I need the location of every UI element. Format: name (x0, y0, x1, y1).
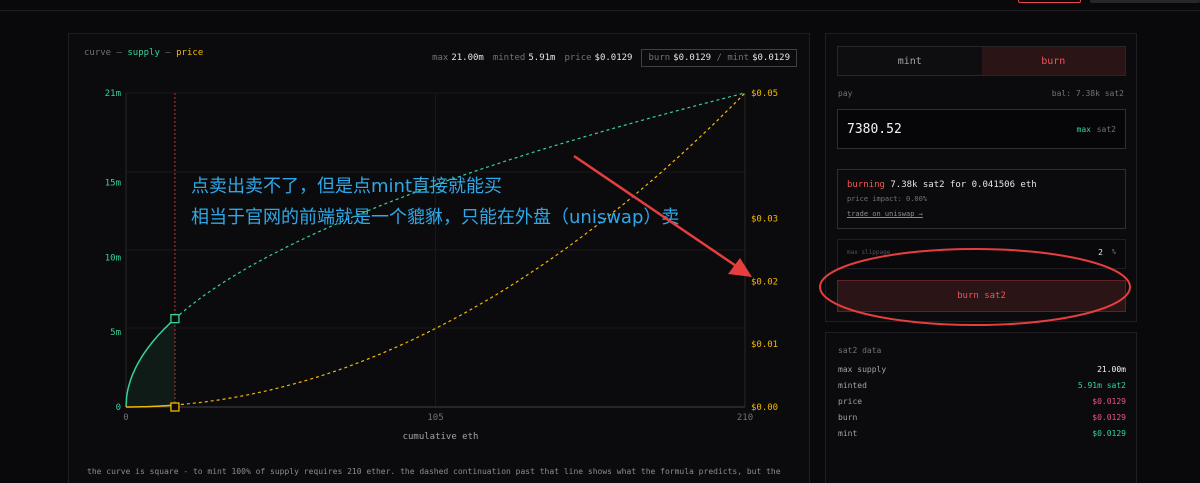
price-impact: price impact: 0.00% (847, 195, 928, 203)
y-left-tick-label: 10m (105, 253, 121, 263)
data-row-price: price $0.0129 (838, 397, 1126, 406)
x-tick-label: 105 (427, 413, 443, 423)
data-value: $0.0129 (1092, 413, 1126, 422)
trade-panel: mint burn pay bal: 7.38k sat2 7380.52 ma… (825, 33, 1137, 322)
tab-burn[interactable]: burn (981, 47, 1125, 75)
y-right-tick-label: $0.00 (751, 403, 778, 413)
tab-mint[interactable]: mint (838, 47, 982, 75)
data-panel-title: sat2 data (838, 346, 882, 355)
data-row-burn: burn $0.0129 (838, 413, 1126, 422)
pay-label: pay (838, 89, 853, 98)
token-data-panel: sat2 data max supply 21.00m minted 5.91m s… (825, 332, 1137, 483)
y-right-tick-label: $0.02 (751, 277, 778, 287)
mode-tabs: mint burn (837, 46, 1126, 76)
data-value: 21.00m (1097, 365, 1126, 374)
data-value: $0.0129 (1092, 397, 1126, 406)
pay-input[interactable]: 7380.52 max sat2 (837, 109, 1126, 149)
y-left-tick-label: 0 (116, 403, 121, 413)
supply-area (126, 318, 175, 407)
quote-amount: 0.041506 (971, 180, 1015, 190)
slippage-unit: % (1111, 248, 1116, 256)
quote-action: burning (847, 180, 885, 190)
price-line-dashed (174, 92, 746, 406)
balance-label: bal: 7.38k sat2 (1051, 89, 1124, 98)
data-value: 5.91m sat2 (1077, 381, 1126, 390)
burn-button[interactable]: burn sat2 (837, 280, 1126, 312)
y-right-tick-label: $0.05 (751, 89, 778, 99)
y-right-tick-label: $0.03 (751, 215, 778, 225)
data-row-max-supply: max supply 21.00m (838, 365, 1126, 374)
max-button[interactable]: max (1077, 125, 1091, 134)
slippage-field[interactable]: max slippage 2 % (837, 239, 1126, 269)
slippage-label: max slippage (847, 249, 891, 256)
annotation-line-1: 点卖出卖不了，但是点mint直接就能买 (191, 176, 502, 197)
trade-on-uniswap-link[interactable]: trade on uniswap → (847, 210, 923, 218)
pay-input-value[interactable]: 7380.52 (847, 122, 902, 137)
supply-marker (170, 313, 180, 324)
data-row-minted: minted 5.91m sat2 (838, 381, 1126, 390)
x-tick-label: 0 (123, 413, 128, 423)
quote-unit: eth (1015, 180, 1037, 190)
top-divider (0, 10, 1200, 11)
data-label: max supply (838, 365, 887, 374)
quote-line: burning 7.38k sat2 for 0.041506 eth (847, 180, 1037, 190)
quote-box: burning 7.38k sat2 for 0.041506 eth pric… (837, 169, 1126, 229)
quote-text: 7.38k sat2 for (884, 180, 972, 190)
bonding-curve-chart: 0 5m 10m 15m 21m $0.00 $0.01 $0.02 $0.03 $0.05 0 10… (105, 89, 778, 442)
data-label: price (838, 397, 863, 406)
top-nav-button[interactable] (1018, 0, 1081, 3)
data-label: burn (838, 413, 858, 422)
x-tick-label: 210 (737, 413, 753, 423)
price-marker (170, 402, 180, 412)
top-wallet-button[interactable] (1090, 0, 1200, 3)
data-label: mint (838, 429, 858, 438)
y-left-tick-label: 15m (105, 179, 121, 189)
data-row-mint: mint $0.0129 (838, 429, 1126, 438)
data-value: $0.0129 (1092, 429, 1126, 438)
y-right-tick-label: $0.01 (751, 340, 778, 350)
chart-footnote: the curve is square - to mint 100% of su… (87, 467, 781, 476)
y-left-tick-label: 5m (110, 328, 121, 338)
annotation-line-2: 相当于官网的前端就是一个貔貅，只能在外盘（uniswap）卖 (191, 207, 680, 228)
bonding-curve-panel: curve — supply — price max 21.00m minted 5… (68, 33, 810, 483)
y-left-tick-label: 21m (105, 89, 121, 99)
x-axis-label: cumulative eth (403, 432, 479, 442)
data-label: minted (838, 381, 867, 390)
slippage-value[interactable]: 2 (1098, 248, 1103, 257)
pay-unit: sat2 (1096, 125, 1116, 134)
